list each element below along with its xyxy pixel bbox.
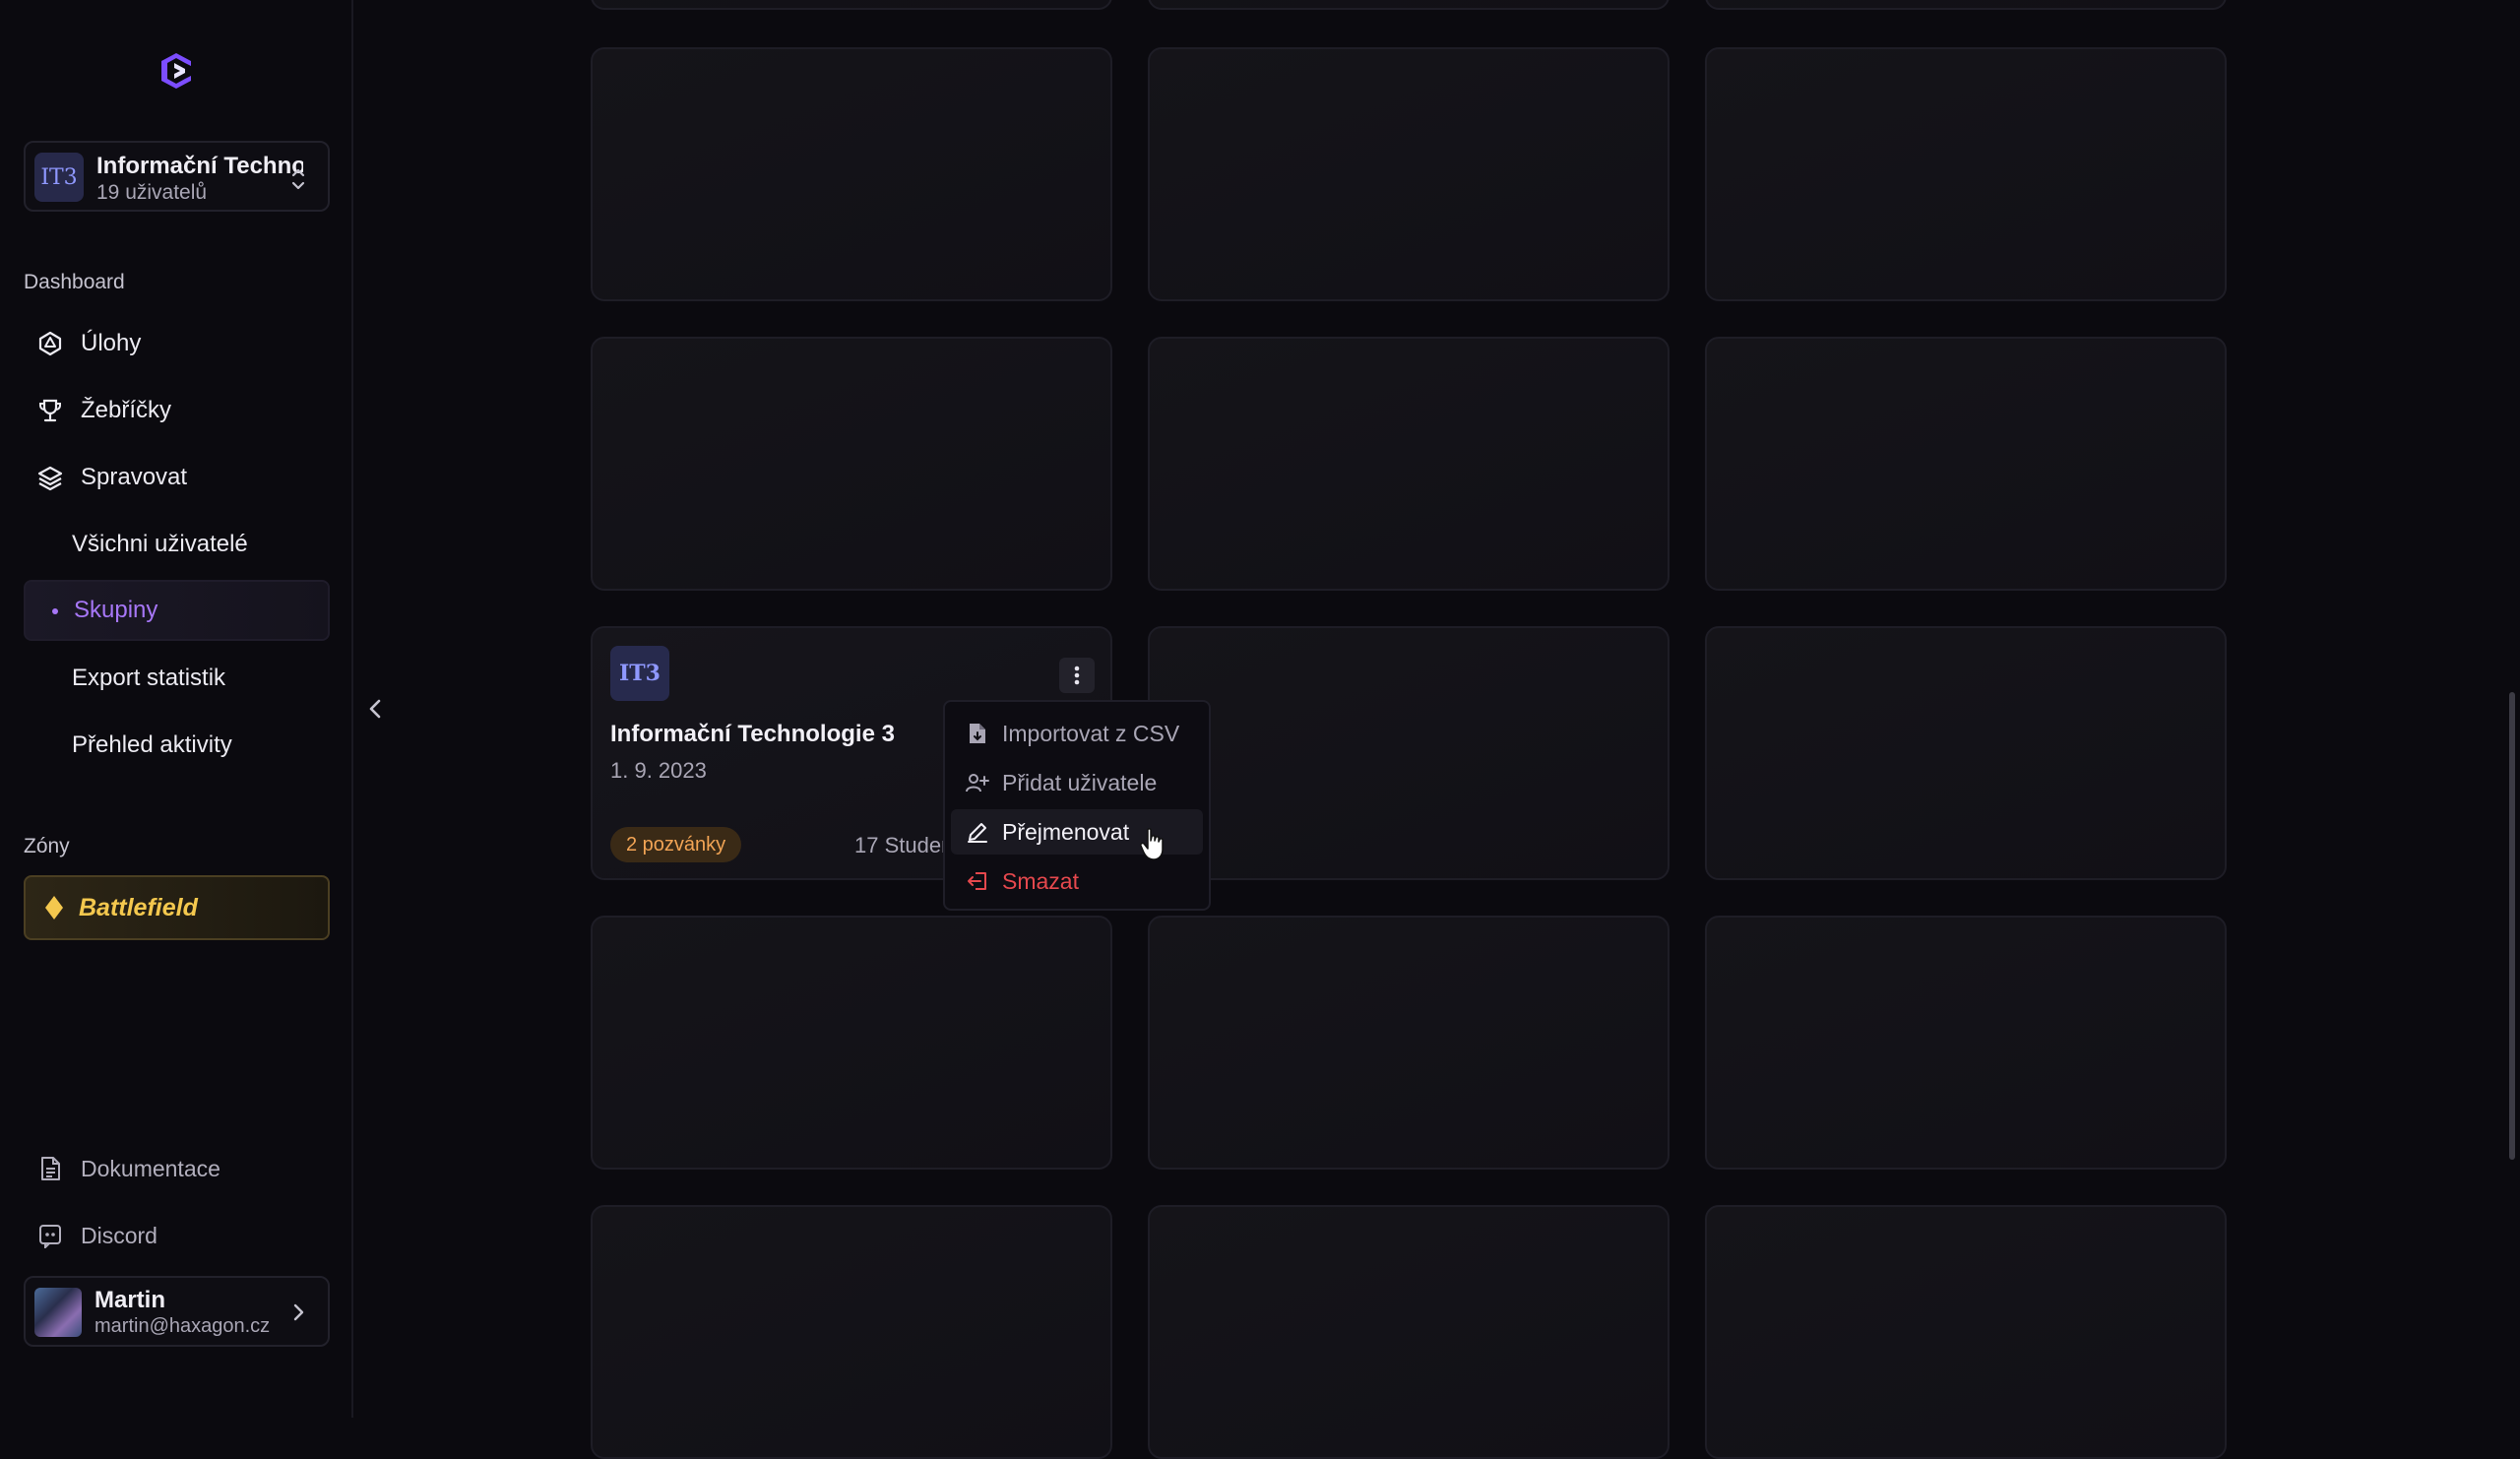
nav-item-label: Skupiny [74,597,158,623]
nav-item-leaderboards[interactable]: Žebříčky [24,380,330,441]
more-vertical-icon [1074,666,1080,685]
nav-item-label: Spravovat [81,464,188,490]
pencil-icon [965,819,990,845]
team-avatar: IT3 [34,153,84,202]
group-card-placeholder [1148,47,1670,301]
zone-name: Battlefield [79,893,198,921]
menu-item-add-users[interactable]: Přidat uživatele [951,760,1203,805]
menu-item-label: Přidat uživatele [1002,769,1158,795]
more-options-button[interactable] [1059,658,1095,693]
sidebar: IT3 Informační Technologie 3 19 uživatel… [0,0,353,1418]
group-card-placeholder [1705,0,2227,10]
user-profile-card[interactable]: Martin martin@haxagon.cz [24,1276,330,1347]
menu-item-label: Smazat [1002,867,1079,894]
group-card-placeholder [1705,1205,2227,1459]
group-context-menu: Importovat z CSV Přidat uživatele Přejme… [943,700,1211,911]
team-switcher[interactable]: IT3 Informační Technologie 3 19 uživatel… [24,141,330,212]
nav-item-label: Přehled aktivity [72,731,232,758]
hand-cursor-icon [1140,828,1164,860]
user-plus-icon [965,770,990,795]
group-card-placeholder [591,0,1112,10]
scrollbar-thumb[interactable] [2509,692,2515,1160]
group-avatar: IT3 [610,646,669,701]
group-title: Informační Technologie 3 [610,721,895,747]
tasks-icon [35,329,65,358]
group-card-placeholder [1148,0,1670,10]
group-card-placeholder [1705,626,2227,880]
group-card-placeholder [591,337,1112,591]
section-label-dashboard: Dashboard [24,271,125,293]
group-card-placeholder [1148,916,1670,1170]
nav-item-all-users[interactable]: Všichni uživatelé [24,514,330,575]
group-card-placeholder [1148,1205,1670,1459]
nav-item-activity[interactable]: Přehled aktivity [24,715,330,776]
nav-item-manage[interactable]: Spravovat [24,447,330,508]
group-card-placeholder [591,47,1112,301]
nav-item-label: Export statistik [72,665,226,691]
team-name: Informační Technologie 3 [96,153,303,179]
chevron-up-down-icon [291,168,305,190]
file-import-icon [965,721,990,746]
app-logo-icon[interactable] [155,49,198,93]
group-card-placeholder [1148,337,1670,591]
group-card-placeholder [1148,626,1670,880]
menu-item-label: Přejmenovat [1002,818,1130,845]
link-label: Discord [81,1222,158,1248]
menu-item-delete[interactable]: Smazat [951,858,1203,904]
invites-badge: 2 pozvánky [610,827,742,862]
nav-item-tasks[interactable]: Úlohy [24,313,330,374]
active-indicator-dot [52,608,58,614]
nav-item-export[interactable]: Export statistik [24,648,330,709]
link-label: Dokumentace [81,1155,220,1181]
menu-item-import-csv[interactable]: Importovat z CSV [951,711,1203,756]
chevron-right-icon [293,1303,304,1321]
nav-item-label: Žebříčky [81,397,172,423]
user-name: Martin [94,1287,165,1313]
group-card-placeholder [1705,337,2227,591]
avatar [34,1288,82,1337]
layers-icon [35,463,65,492]
group-card-placeholder [1705,916,2227,1170]
group-card-placeholder [1705,47,2227,301]
zone-battlefield[interactable]: Battlefield [24,875,330,940]
group-date: 1. 9. 2023 [610,758,707,783]
logout-icon [965,868,990,894]
menu-item-label: Importovat z CSV [1002,720,1180,746]
documentation-link[interactable]: Dokumentace [24,1138,330,1199]
document-icon [35,1154,65,1183]
trophy-icon [35,396,65,425]
section-label-zones: Zóny [24,835,70,857]
nav-item-label: Všichni uživatelé [72,531,248,557]
discord-icon [35,1221,65,1250]
team-member-count: 19 uživatelů [96,181,208,204]
user-email: martin@haxagon.cz [94,1315,271,1337]
group-card-placeholder [591,1205,1112,1459]
collapse-sidebar-icon[interactable] [364,694,386,724]
diamond-icon [45,896,63,920]
nav-item-groups[interactable]: Skupiny [24,580,330,641]
nav-item-label: Úlohy [81,330,142,356]
discord-link[interactable]: Discord [24,1205,330,1266]
group-card-placeholder [591,916,1112,1170]
